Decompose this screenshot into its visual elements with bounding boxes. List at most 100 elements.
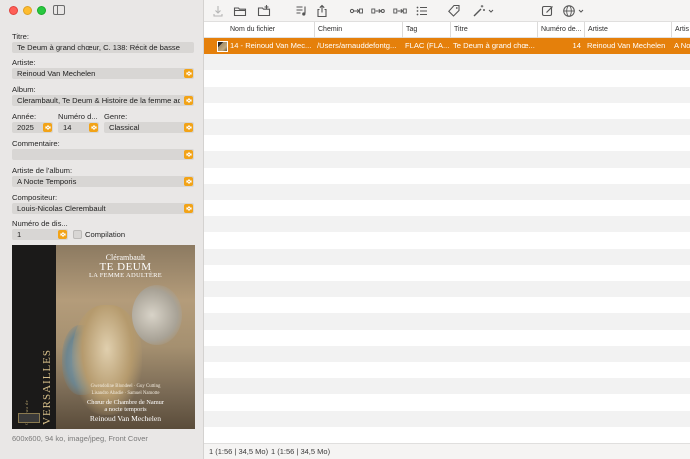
artist-dropdown-icon[interactable] bbox=[184, 69, 193, 78]
close-window-button[interactable] bbox=[9, 6, 18, 15]
save-icon[interactable] bbox=[211, 4, 225, 18]
column-header-title[interactable]: Titre bbox=[450, 22, 537, 38]
column-header-album-artist[interactable]: Artis bbox=[671, 22, 690, 38]
track-number-dropdown-icon[interactable] bbox=[89, 123, 98, 132]
table-header: Nom du fichier Chemin Tag Titre Numéro d… bbox=[204, 22, 690, 38]
zoom-window-button[interactable] bbox=[37, 6, 46, 15]
wand-icon[interactable] bbox=[472, 4, 486, 18]
dropdown-icon[interactable] bbox=[487, 4, 495, 18]
album-artist-field[interactable]: A Nocte Temporis bbox=[12, 176, 194, 187]
folder-plus-icon[interactable] bbox=[257, 4, 271, 18]
artist-value: Reinoud Van Mechelen bbox=[17, 69, 96, 78]
cell-artist: Reinoud Van Mechelen bbox=[587, 41, 666, 50]
empty-table-row bbox=[204, 151, 690, 168]
empty-table-row bbox=[204, 135, 690, 151]
column-header-tag[interactable]: Tag bbox=[402, 22, 450, 38]
cell-track-number: 14 bbox=[572, 41, 581, 50]
composer-dropdown-icon[interactable] bbox=[184, 204, 193, 213]
list-icon[interactable] bbox=[415, 4, 429, 18]
empty-table-row bbox=[204, 119, 690, 136]
cover-performer: Reinoud Van Mechelen bbox=[89, 414, 162, 423]
album-cover-image[interactable]: Château de VERSAILLES Clérambault TE DEU… bbox=[12, 245, 195, 429]
cover-performers-2: Lisandro Abadie · Samuel Namotte bbox=[91, 391, 160, 396]
year-dropdown-icon[interactable] bbox=[43, 123, 52, 132]
share-icon[interactable] bbox=[315, 4, 329, 18]
table-row[interactable]: 14 - Reinoud Van Mec... /Users/arnauddef… bbox=[204, 38, 690, 55]
disc-number-label: Numéro de dis... bbox=[12, 219, 68, 228]
empty-table-row bbox=[204, 54, 690, 71]
label-logo bbox=[18, 413, 40, 423]
composer-label: Compositeur: bbox=[12, 193, 58, 202]
cover-performers-1: Gwendoline Blondeel · Guy Cutting bbox=[90, 384, 161, 389]
compilation-label: Compilation bbox=[85, 230, 126, 239]
minimize-window-button[interactable] bbox=[23, 6, 32, 15]
window-controls bbox=[9, 6, 46, 15]
genre-dropdown-icon[interactable] bbox=[184, 123, 193, 132]
edit-icon[interactable] bbox=[541, 4, 555, 18]
disc-number-field[interactable]: 1 bbox=[12, 229, 68, 240]
disc-number-dropdown-icon[interactable] bbox=[58, 230, 67, 239]
sidebar-icon[interactable] bbox=[53, 5, 65, 15]
cell-title: Te Deum à grand chœ... bbox=[453, 41, 535, 50]
tag-editor-sidebar: Titre: Te Deum à grand chœur, C. 138: Ré… bbox=[0, 0, 204, 459]
album-field[interactable]: Clerambault, Te Deum & Histoire de la fe… bbox=[12, 95, 194, 106]
disc-number-value: 1 bbox=[17, 230, 22, 239]
album-artist-label: Artiste de l'album: bbox=[12, 166, 73, 175]
empty-table-row bbox=[204, 86, 690, 103]
empty-table-row bbox=[204, 410, 690, 427]
cover-subtitle: LA FEMME ADULTÈRE bbox=[88, 272, 163, 279]
folder-icon[interactable] bbox=[233, 4, 247, 18]
album-artist-dropdown-icon[interactable] bbox=[184, 177, 193, 186]
comment-dropdown-icon[interactable] bbox=[184, 150, 193, 159]
year-field[interactable]: 2025 bbox=[12, 122, 53, 133]
tag-to-tag-icon[interactable] bbox=[393, 4, 407, 18]
empty-table-row bbox=[204, 378, 690, 395]
cell-path: /Users/arnauddefontg... bbox=[317, 41, 397, 50]
empty-table-row bbox=[204, 297, 690, 313]
file-table: 14 - Reinoud Van Mec... /Users/arnauddef… bbox=[204, 38, 690, 443]
title-value: Te Deum à grand chœur, C. 138: Récit de … bbox=[17, 43, 180, 52]
tag-to-filename-icon[interactable] bbox=[349, 4, 363, 18]
track-number-value: 14 bbox=[63, 123, 72, 132]
cover-wing bbox=[132, 285, 182, 345]
tag-icon[interactable] bbox=[447, 4, 461, 18]
cover-choir-2: a nocte temporis bbox=[104, 406, 147, 413]
year-label: Année: bbox=[12, 112, 37, 121]
genre-field[interactable]: Classical bbox=[104, 122, 194, 133]
artist-field[interactable]: Reinoud Van Mechelen bbox=[12, 68, 194, 79]
column-header-path[interactable]: Chemin bbox=[314, 22, 402, 38]
empty-table-row bbox=[204, 345, 690, 362]
empty-table-row bbox=[204, 216, 690, 233]
track-number-label: Numéro d... bbox=[58, 112, 98, 121]
cell-tag: FLAC (FLA... bbox=[405, 41, 450, 50]
empty-table-row bbox=[204, 313, 690, 330]
empty-table-row bbox=[204, 232, 690, 248]
empty-table-row bbox=[204, 362, 690, 378]
composer-field[interactable]: Louis-Nicolas Clerembault bbox=[12, 203, 194, 214]
compilation-checkbox[interactable] bbox=[73, 230, 82, 239]
empty-table-row bbox=[204, 427, 690, 443]
music-list-icon[interactable] bbox=[295, 4, 309, 18]
cover-info: 600x600, 94 ko, image/jpeg, Front Cover bbox=[12, 434, 148, 443]
empty-table-row bbox=[204, 265, 690, 281]
status-selection: 1 (1:56 | 34,5 Mo) bbox=[209, 447, 269, 456]
filename-to-tag-icon[interactable] bbox=[371, 4, 385, 18]
dropdown-icon[interactable] bbox=[577, 4, 585, 18]
comment-field[interactable] bbox=[12, 149, 194, 160]
empty-table-row bbox=[204, 281, 690, 298]
title-label: Titre: bbox=[12, 32, 30, 41]
globe-icon[interactable] bbox=[562, 4, 576, 18]
track-number-field[interactable]: 14 bbox=[58, 122, 99, 133]
empty-table-row bbox=[204, 330, 690, 346]
album-value: Clerambault, Te Deum & Histoire de la fe… bbox=[17, 96, 180, 105]
status-total: 1 (1:56 | 34,5 Mo) bbox=[271, 447, 331, 456]
empty-table-row bbox=[204, 168, 690, 184]
column-header-filename[interactable]: Nom du fichier bbox=[204, 22, 314, 38]
album-dropdown-icon[interactable] bbox=[184, 96, 193, 105]
column-header-track-number[interactable]: Numéro de... bbox=[537, 22, 584, 38]
genre-value: Classical bbox=[109, 123, 140, 132]
title-field[interactable]: Te Deum à grand chœur, C. 138: Récit de … bbox=[12, 42, 194, 53]
status-bar: 1 (1:56 | 34,5 Mo) 1 (1:56 | 34,5 Mo) bbox=[204, 443, 690, 459]
column-header-artist[interactable]: Artiste bbox=[584, 22, 671, 38]
year-value: 2025 bbox=[17, 123, 34, 132]
